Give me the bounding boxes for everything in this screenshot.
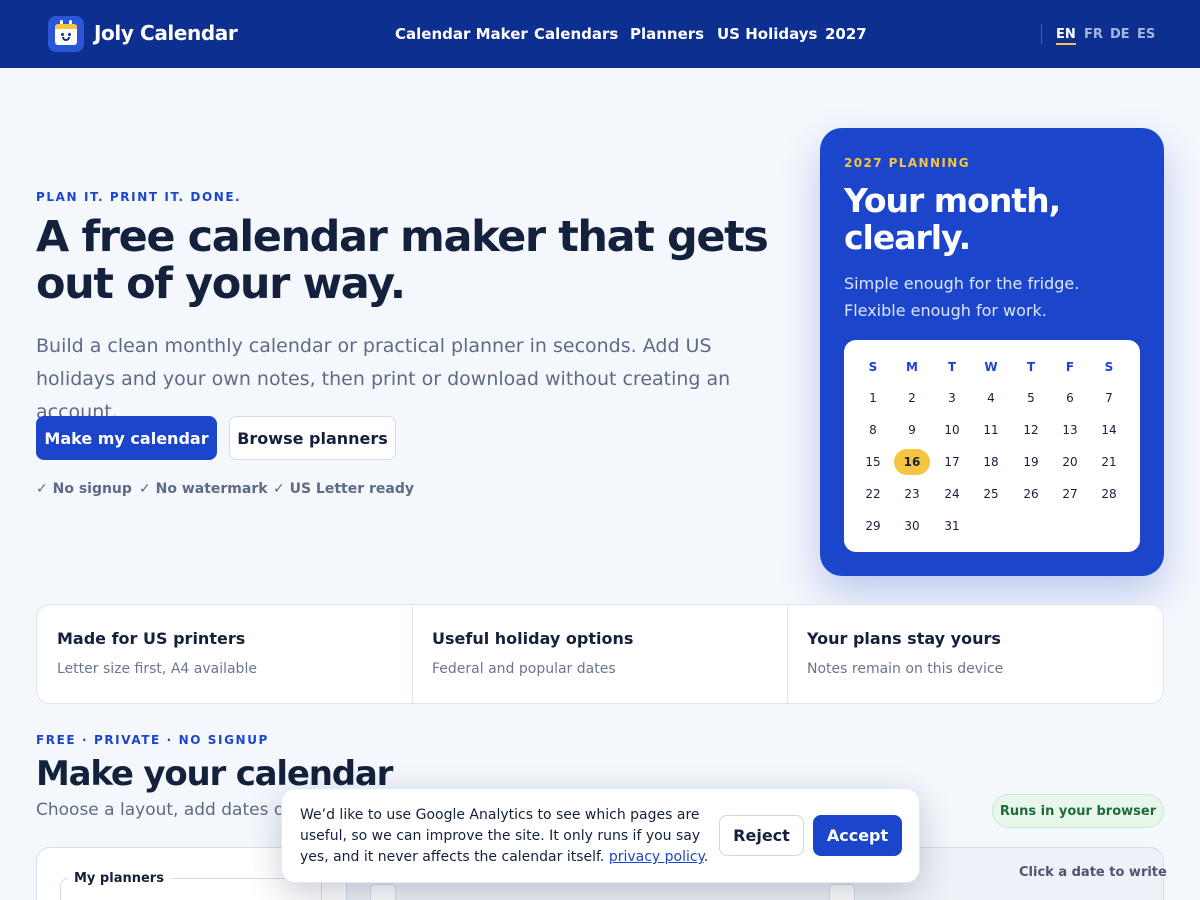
nav-planners[interactable]: Planners: [630, 25, 704, 43]
feature-divider: [787, 605, 788, 703]
calendar-day[interactable]: 30: [894, 513, 930, 539]
mini-calendar: S M T W T F S 1 2 3 4 5 6 7 8 9 10 11 12 13 14 15 16 17 18 19 20 21…: [844, 340, 1140, 552]
reject-button[interactable]: Reject: [719, 815, 804, 856]
calendar-day[interactable]: 23: [894, 481, 930, 507]
calendar-day[interactable]: 19: [1013, 449, 1049, 475]
calendar-day[interactable]: 26: [1013, 481, 1049, 507]
calendar-day[interactable]: 27: [1052, 481, 1088, 507]
calendar-day[interactable]: 6: [1052, 385, 1088, 411]
make-calendar-button[interactable]: Make my calendar: [36, 416, 217, 460]
feature-title: Useful holiday options: [432, 629, 634, 648]
feature-title: Made for US printers: [57, 629, 246, 648]
weekday-label: T: [1026, 360, 1036, 374]
calendar-day[interactable]: 21: [1091, 449, 1127, 475]
my-planners-label: My planners: [68, 871, 170, 886]
maker-subtitle: Choose a layout, add dates or no: [36, 800, 318, 820]
language-divider: [1041, 24, 1042, 44]
perk-no-watermark: ✓ No watermark: [139, 481, 268, 497]
feature-subtitle: Federal and popular dates: [432, 661, 616, 677]
calendar-day[interactable]: 14: [1091, 417, 1127, 443]
accept-button[interactable]: Accept: [813, 815, 902, 856]
weekday-label: T: [947, 360, 957, 374]
cookie-message: We’d like to use Google Analytics to see…: [300, 807, 709, 865]
calendar-day[interactable]: 18: [973, 449, 1009, 475]
weekday-label: M: [906, 360, 918, 374]
calendar-day[interactable]: 24: [934, 481, 970, 507]
planning-eyebrow: 2027 PLANNING: [844, 156, 970, 170]
logo-calendar-bar: [55, 24, 77, 29]
weekday-label: F: [1065, 360, 1075, 374]
hero-eyebrow: PLAN IT. PRINT IT. DONE.: [36, 190, 242, 204]
feature-divider: [412, 605, 413, 703]
calendar-day[interactable]: 8: [855, 417, 891, 443]
logo-smile: [62, 37, 70, 41]
brand-name[interactable]: Joly Calendar: [94, 21, 238, 45]
runs-in-browser-badge: Runs in your browser: [992, 794, 1164, 828]
calendar-day[interactable]: 12: [1013, 417, 1049, 443]
calendar-day[interactable]: 7: [1091, 385, 1127, 411]
browse-planners-button[interactable]: Browse planners: [229, 416, 396, 460]
calendar-day[interactable]: 31: [934, 513, 970, 539]
editor-control[interactable]: [829, 884, 855, 900]
calendar-day[interactable]: 17: [934, 449, 970, 475]
planning-subtitle: Simple enough for the fridge. Flexible e…: [844, 274, 1080, 320]
calendar-logo-icon[interactable]: [48, 16, 84, 52]
hero-title: A free calendar maker that gets out of y…: [36, 212, 769, 309]
click-date-hint: Click a date to write: [1019, 865, 1167, 880]
calendar-day[interactable]: 13: [1052, 417, 1088, 443]
language-fr[interactable]: FR: [1084, 27, 1103, 42]
feature-subtitle: Letter size first, A4 available: [57, 661, 257, 677]
perk-us-letter: ✓ US Letter ready: [273, 481, 414, 497]
feature-title: Your plans stay yours: [807, 629, 1001, 648]
calendar-day[interactable]: 11: [973, 417, 1009, 443]
calendar-day[interactable]: 28: [1091, 481, 1127, 507]
calendar-day[interactable]: 29: [855, 513, 891, 539]
calendar-day-today[interactable]: 16: [894, 449, 930, 475]
calendar-day[interactable]: 1: [855, 385, 891, 411]
hero-subtitle: Build a clean monthly calendar or practi…: [36, 335, 731, 423]
calendar-day[interactable]: 3: [934, 385, 970, 411]
language-de[interactable]: DE: [1110, 27, 1130, 42]
nav-calendars[interactable]: Calendars: [534, 25, 618, 43]
features-strip: Made for US printers Letter size first, …: [36, 604, 1164, 704]
calendar-day[interactable]: 22: [855, 481, 891, 507]
calendar-day[interactable]: 9: [894, 417, 930, 443]
feature-subtitle: Notes remain on this device: [807, 661, 1004, 677]
nav-calendar-maker[interactable]: Calendar Maker: [395, 25, 528, 43]
planning-title: Your month, clearly.: [844, 181, 1061, 257]
calendar-day[interactable]: 2: [894, 385, 930, 411]
cookie-consent-banner: We’d like to use Google Analytics to see…: [281, 788, 920, 883]
calendar-day[interactable]: 15: [855, 449, 891, 475]
calendar-day[interactable]: 10: [934, 417, 970, 443]
calendar-day[interactable]: 4: [973, 385, 1009, 411]
planning-card: 2027 PLANNING Your month, clearly. Simpl…: [820, 128, 1164, 576]
nav-us-holidays[interactable]: US Holidays: [717, 25, 817, 43]
weekday-label: W: [984, 360, 998, 374]
logo-eye: [61, 33, 64, 36]
weekday-label: S: [868, 360, 878, 374]
language-es[interactable]: ES: [1137, 27, 1155, 42]
language-en[interactable]: EN: [1056, 27, 1076, 45]
calendar-day[interactable]: 20: [1052, 449, 1088, 475]
logo-eye: [68, 33, 71, 36]
perk-no-signup: ✓ No signup: [36, 481, 132, 497]
editor-control[interactable]: [370, 884, 396, 900]
calendar-day[interactable]: 5: [1013, 385, 1049, 411]
calendar-day[interactable]: 25: [973, 481, 1009, 507]
logo-calendar-face: [55, 24, 77, 45]
nav-2027[interactable]: 2027: [825, 25, 867, 43]
top-navbar: Joly Calendar Calendar Maker Calendars P…: [0, 0, 1200, 68]
maker-eyebrow: FREE · PRIVATE · NO SIGNUP: [36, 733, 269, 747]
privacy-policy-link[interactable]: privacy policy: [609, 849, 704, 865]
weekday-label: S: [1104, 360, 1114, 374]
